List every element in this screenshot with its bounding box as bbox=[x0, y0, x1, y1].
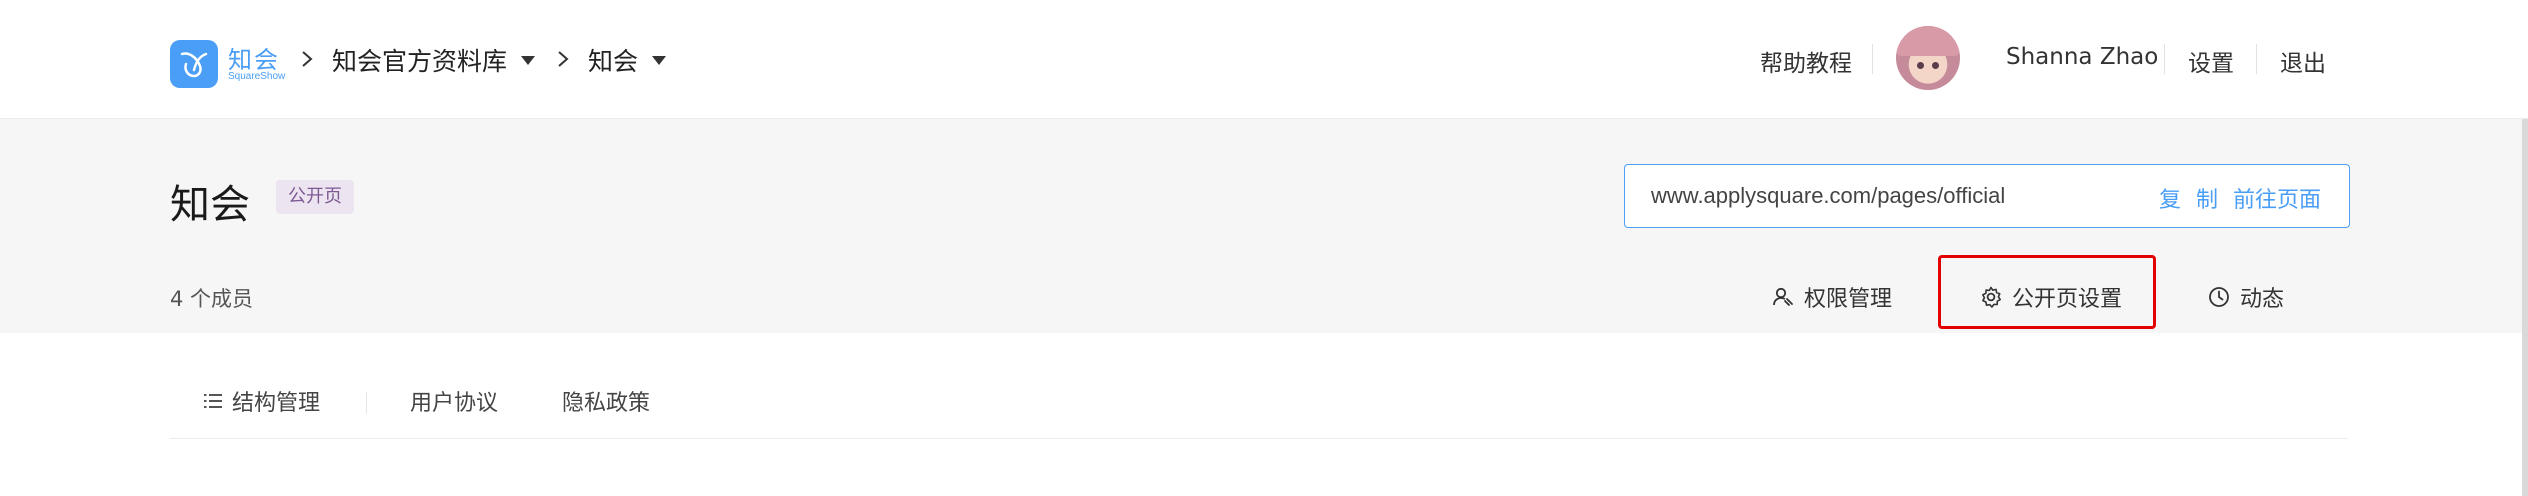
avatar-hair bbox=[1896, 26, 1960, 56]
page-url: www.applysquare.com/pages/official bbox=[1651, 183, 2006, 208]
breadcrumb-page[interactable]: 知会 bbox=[588, 40, 667, 80]
avatar-eye bbox=[1932, 62, 1939, 69]
avatar-eye bbox=[1917, 62, 1924, 69]
tab-user-agreement-label: 用户协议 bbox=[410, 391, 499, 416]
user-key-icon bbox=[1773, 287, 1793, 306]
logout-link[interactable]: 退出 bbox=[2280, 44, 2326, 78]
breadcrumb-library[interactable]: 知会官方资料库 bbox=[332, 40, 536, 80]
public-page-badge: 公开页 bbox=[276, 180, 354, 214]
app-logo[interactable]: 知会 SquareShow bbox=[170, 38, 286, 88]
page-title: 知会 bbox=[170, 182, 250, 228]
activity-button[interactable]: 动态 bbox=[2208, 282, 2284, 312]
caret-down-icon bbox=[652, 55, 667, 65]
permissions-button[interactable]: 权限管理 bbox=[1772, 282, 1892, 312]
page-url-box: www.applysquare.com/pages/official 复 制 前… bbox=[1624, 164, 2350, 228]
tab-divider bbox=[366, 392, 367, 414]
user-name[interactable]: Shanna Zhao bbox=[2006, 44, 2158, 70]
goto-page-button[interactable]: 前往页面 bbox=[2233, 182, 2321, 214]
content-tabs: 结构管理 用户协议 隐私政策 bbox=[170, 378, 2348, 439]
tab-structure-label: 结构管理 bbox=[232, 391, 321, 416]
header-divider bbox=[1872, 44, 1873, 74]
breadcrumb-chevron-icon bbox=[558, 51, 569, 67]
tab-privacy-policy-label: 隐私政策 bbox=[562, 391, 651, 416]
avatar[interactable] bbox=[1896, 26, 1960, 90]
tab-structure[interactable]: 结构管理 bbox=[204, 386, 320, 416]
header-divider bbox=[2256, 44, 2257, 74]
member-count[interactable]: 4 个成员 bbox=[170, 283, 253, 313]
logo-subword: SquareShow bbox=[228, 71, 286, 82]
breadcrumb-page-label: 知会 bbox=[588, 47, 639, 76]
tab-privacy-policy[interactable]: 隐私政策 bbox=[562, 386, 650, 416]
highlight-box bbox=[1938, 255, 2156, 329]
list-icon bbox=[204, 394, 222, 408]
clock-icon bbox=[2209, 287, 2229, 307]
tab-user-agreement[interactable]: 用户协议 bbox=[410, 386, 498, 416]
top-header: 知会 SquareShow 知会官方资料库 知会 帮助教程 Shanna Zha… bbox=[0, 0, 2528, 119]
permissions-label: 权限管理 bbox=[1804, 287, 1893, 312]
activity-label: 动态 bbox=[2240, 287, 2285, 312]
logo-wordmark: 知会 bbox=[228, 46, 280, 74]
caret-down-icon bbox=[521, 55, 536, 65]
help-link[interactable]: 帮助教程 bbox=[1760, 44, 1852, 78]
logo-mark-icon bbox=[170, 40, 218, 88]
copy-url-button[interactable]: 复 制 bbox=[2159, 182, 2222, 214]
settings-link[interactable]: 设置 bbox=[2188, 44, 2234, 78]
header-divider bbox=[2164, 44, 2165, 74]
breadcrumb-library-label: 知会官方资料库 bbox=[332, 47, 508, 76]
breadcrumb-chevron-icon bbox=[302, 51, 313, 67]
